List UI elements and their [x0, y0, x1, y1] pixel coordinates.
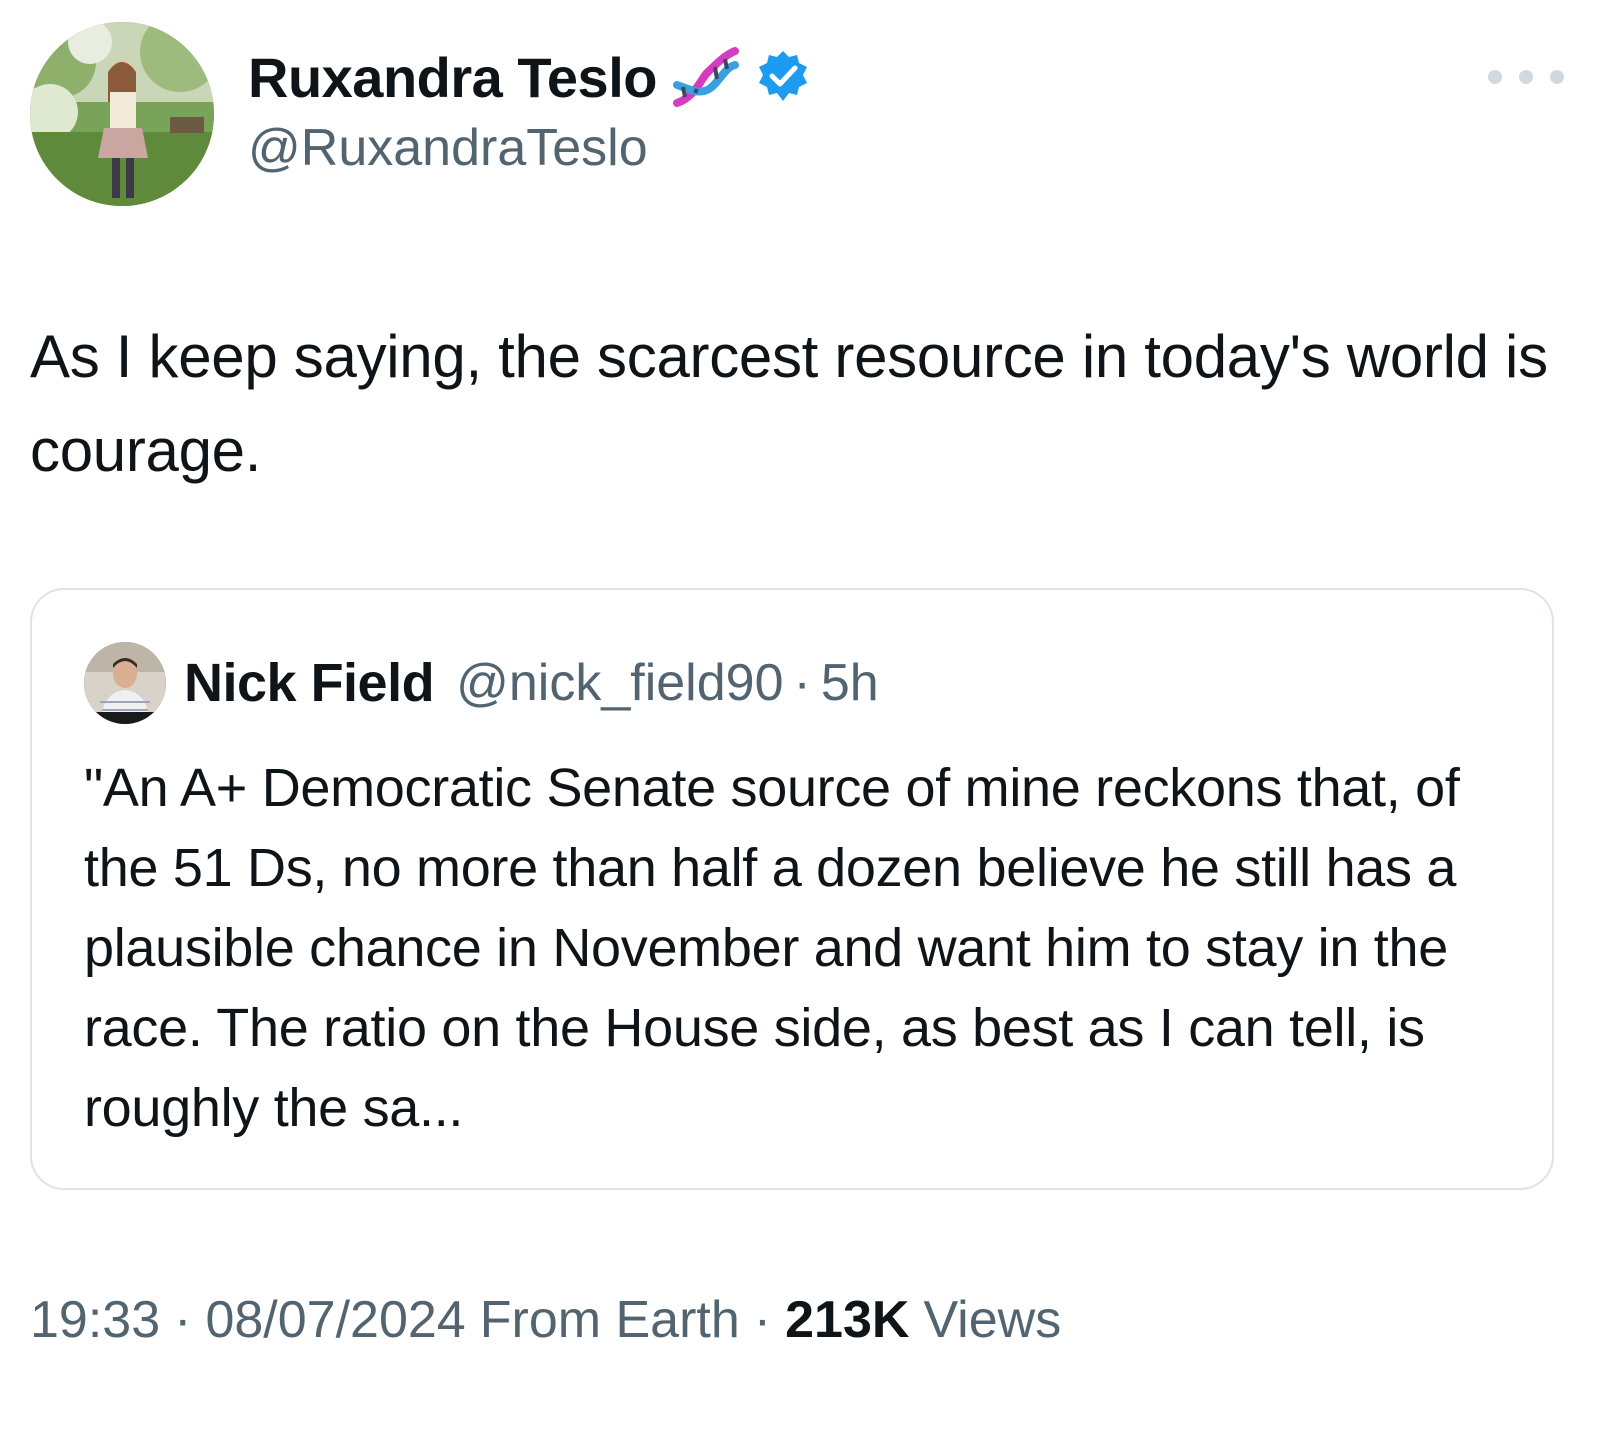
views-label[interactable]: Views — [923, 1290, 1061, 1350]
tweet-date[interactable]: 08/07/2024 — [205, 1290, 465, 1350]
quote-author-handle[interactable]: @nick_field90 — [456, 653, 783, 713]
tweet-meta: 19:33 · 08/07/2024 From Earth · 213K Vie… — [30, 1290, 1061, 1350]
meta-separator: · — [174, 1291, 192, 1349]
dna-icon — [671, 45, 741, 109]
verified-badge-icon[interactable] — [755, 49, 811, 105]
tweet-text: As I keep saying, the scarcest resource … — [30, 323, 1548, 484]
more-dot-icon — [1488, 70, 1502, 84]
quote-author-name[interactable]: Nick Field — [184, 652, 435, 714]
quote-author-avatar[interactable] — [84, 642, 166, 724]
tweet: Ruxandra Teslo @RuxandraTeslo As I keep … — [0, 0, 1616, 1432]
quote-tweet-card[interactable]: Nick Field @nick_field90 · 5h "An A+ Dem… — [30, 588, 1554, 1190]
more-dot-icon — [1550, 70, 1564, 84]
quote-header: Nick Field @nick_field90 · 5h — [184, 648, 879, 718]
more-options-button[interactable] — [1488, 60, 1564, 94]
author-avatar[interactable] — [30, 22, 214, 206]
tweet-source: From Earth — [479, 1291, 740, 1349]
tweet-time[interactable]: 19:33 — [30, 1290, 160, 1350]
more-dot-icon — [1519, 70, 1533, 84]
quote-text: "An A+ Democratic Senate source of mine … — [84, 758, 1460, 1138]
author-name-row: Ruxandra Teslo — [248, 42, 811, 112]
quote-separator: · — [793, 654, 811, 712]
author-handle[interactable]: @RuxandraTeslo — [248, 118, 648, 178]
quote-timestamp[interactable]: 5h — [821, 653, 879, 713]
author-display-name[interactable]: Ruxandra Teslo — [248, 45, 657, 110]
views-count[interactable]: 213K — [785, 1290, 909, 1350]
meta-separator: · — [753, 1291, 772, 1349]
